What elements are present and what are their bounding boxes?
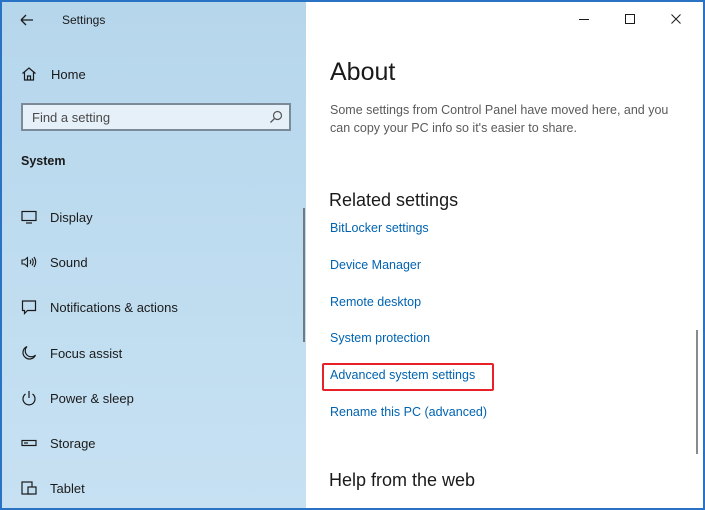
- sidebar-item-label: Power & sleep: [50, 390, 134, 406]
- sidebar-item-sound[interactable]: Sound: [20, 249, 290, 275]
- device-manager-link[interactable]: Device Manager: [330, 258, 421, 272]
- sidebar-item-focus-assist[interactable]: Focus assist: [20, 340, 290, 366]
- home-label: Home: [51, 66, 86, 82]
- maximize-icon: [625, 14, 635, 24]
- back-arrow-icon: [20, 14, 33, 26]
- sidebar-item-label: Display: [50, 209, 93, 225]
- section-label-system: System: [21, 154, 66, 168]
- minimize-button[interactable]: [561, 2, 607, 36]
- sidebar-item-tablet[interactable]: Tablet: [20, 475, 290, 501]
- sidebar-item-display[interactable]: Display: [20, 204, 290, 230]
- sidebar-item-label: Sound: [50, 254, 88, 270]
- app-title: Settings: [62, 13, 106, 27]
- speaker-icon: [20, 253, 38, 271]
- power-icon: [20, 389, 38, 407]
- search-box[interactable]: [21, 103, 291, 131]
- page-description: Some settings from Control Panel have mo…: [330, 103, 669, 135]
- maximize-button[interactable]: [607, 2, 653, 36]
- storage-icon: [20, 434, 38, 452]
- bitlocker-settings-link[interactable]: BitLocker settings: [330, 221, 429, 235]
- remote-desktop-link[interactable]: Remote desktop: [330, 295, 421, 309]
- settings-window: Settings Home System Display: [0, 0, 705, 510]
- notification-icon: [20, 298, 38, 316]
- page-title: About: [330, 58, 396, 86]
- sidebar: Settings Home System Display: [2, 2, 306, 508]
- highlight-box: [322, 363, 494, 391]
- sidebar-item-label: Focus assist: [50, 345, 123, 361]
- title-bar: Settings: [2, 2, 306, 38]
- sidebar-item-power-sleep[interactable]: Power & sleep: [20, 385, 290, 411]
- sidebar-item-notifications[interactable]: Notifications & actions: [20, 294, 290, 320]
- sidebar-item-label: Notifications & actions: [50, 299, 178, 315]
- sidebar-item-storage[interactable]: Storage: [20, 430, 290, 456]
- system-protection-link[interactable]: System protection: [330, 331, 430, 345]
- tablet-icon: [20, 479, 38, 497]
- search-icon[interactable]: [269, 110, 283, 124]
- help-from-web-heading: Help from the web: [329, 470, 476, 490]
- display-icon: [20, 208, 38, 226]
- back-button[interactable]: [16, 10, 38, 30]
- main-content: About Some settings from Control Panel h…: [306, 2, 703, 508]
- rename-pc-link[interactable]: Rename this PC (advanced): [330, 405, 487, 419]
- home-icon: [22, 67, 36, 81]
- window-controls: [561, 2, 699, 36]
- close-icon: [671, 14, 681, 24]
- sidebar-scrollbar[interactable]: [303, 208, 305, 342]
- main-scrollbar[interactable]: [696, 330, 698, 454]
- sidebar-item-label: Tablet: [50, 480, 85, 496]
- search-input[interactable]: [23, 105, 262, 129]
- related-settings-heading: Related settings: [329, 190, 459, 210]
- home-nav-item[interactable]: Home: [20, 62, 86, 86]
- close-button[interactable]: [653, 2, 699, 36]
- minimize-icon: [579, 19, 589, 20]
- moon-icon: [20, 344, 38, 362]
- sidebar-item-label: Storage: [50, 435, 96, 451]
